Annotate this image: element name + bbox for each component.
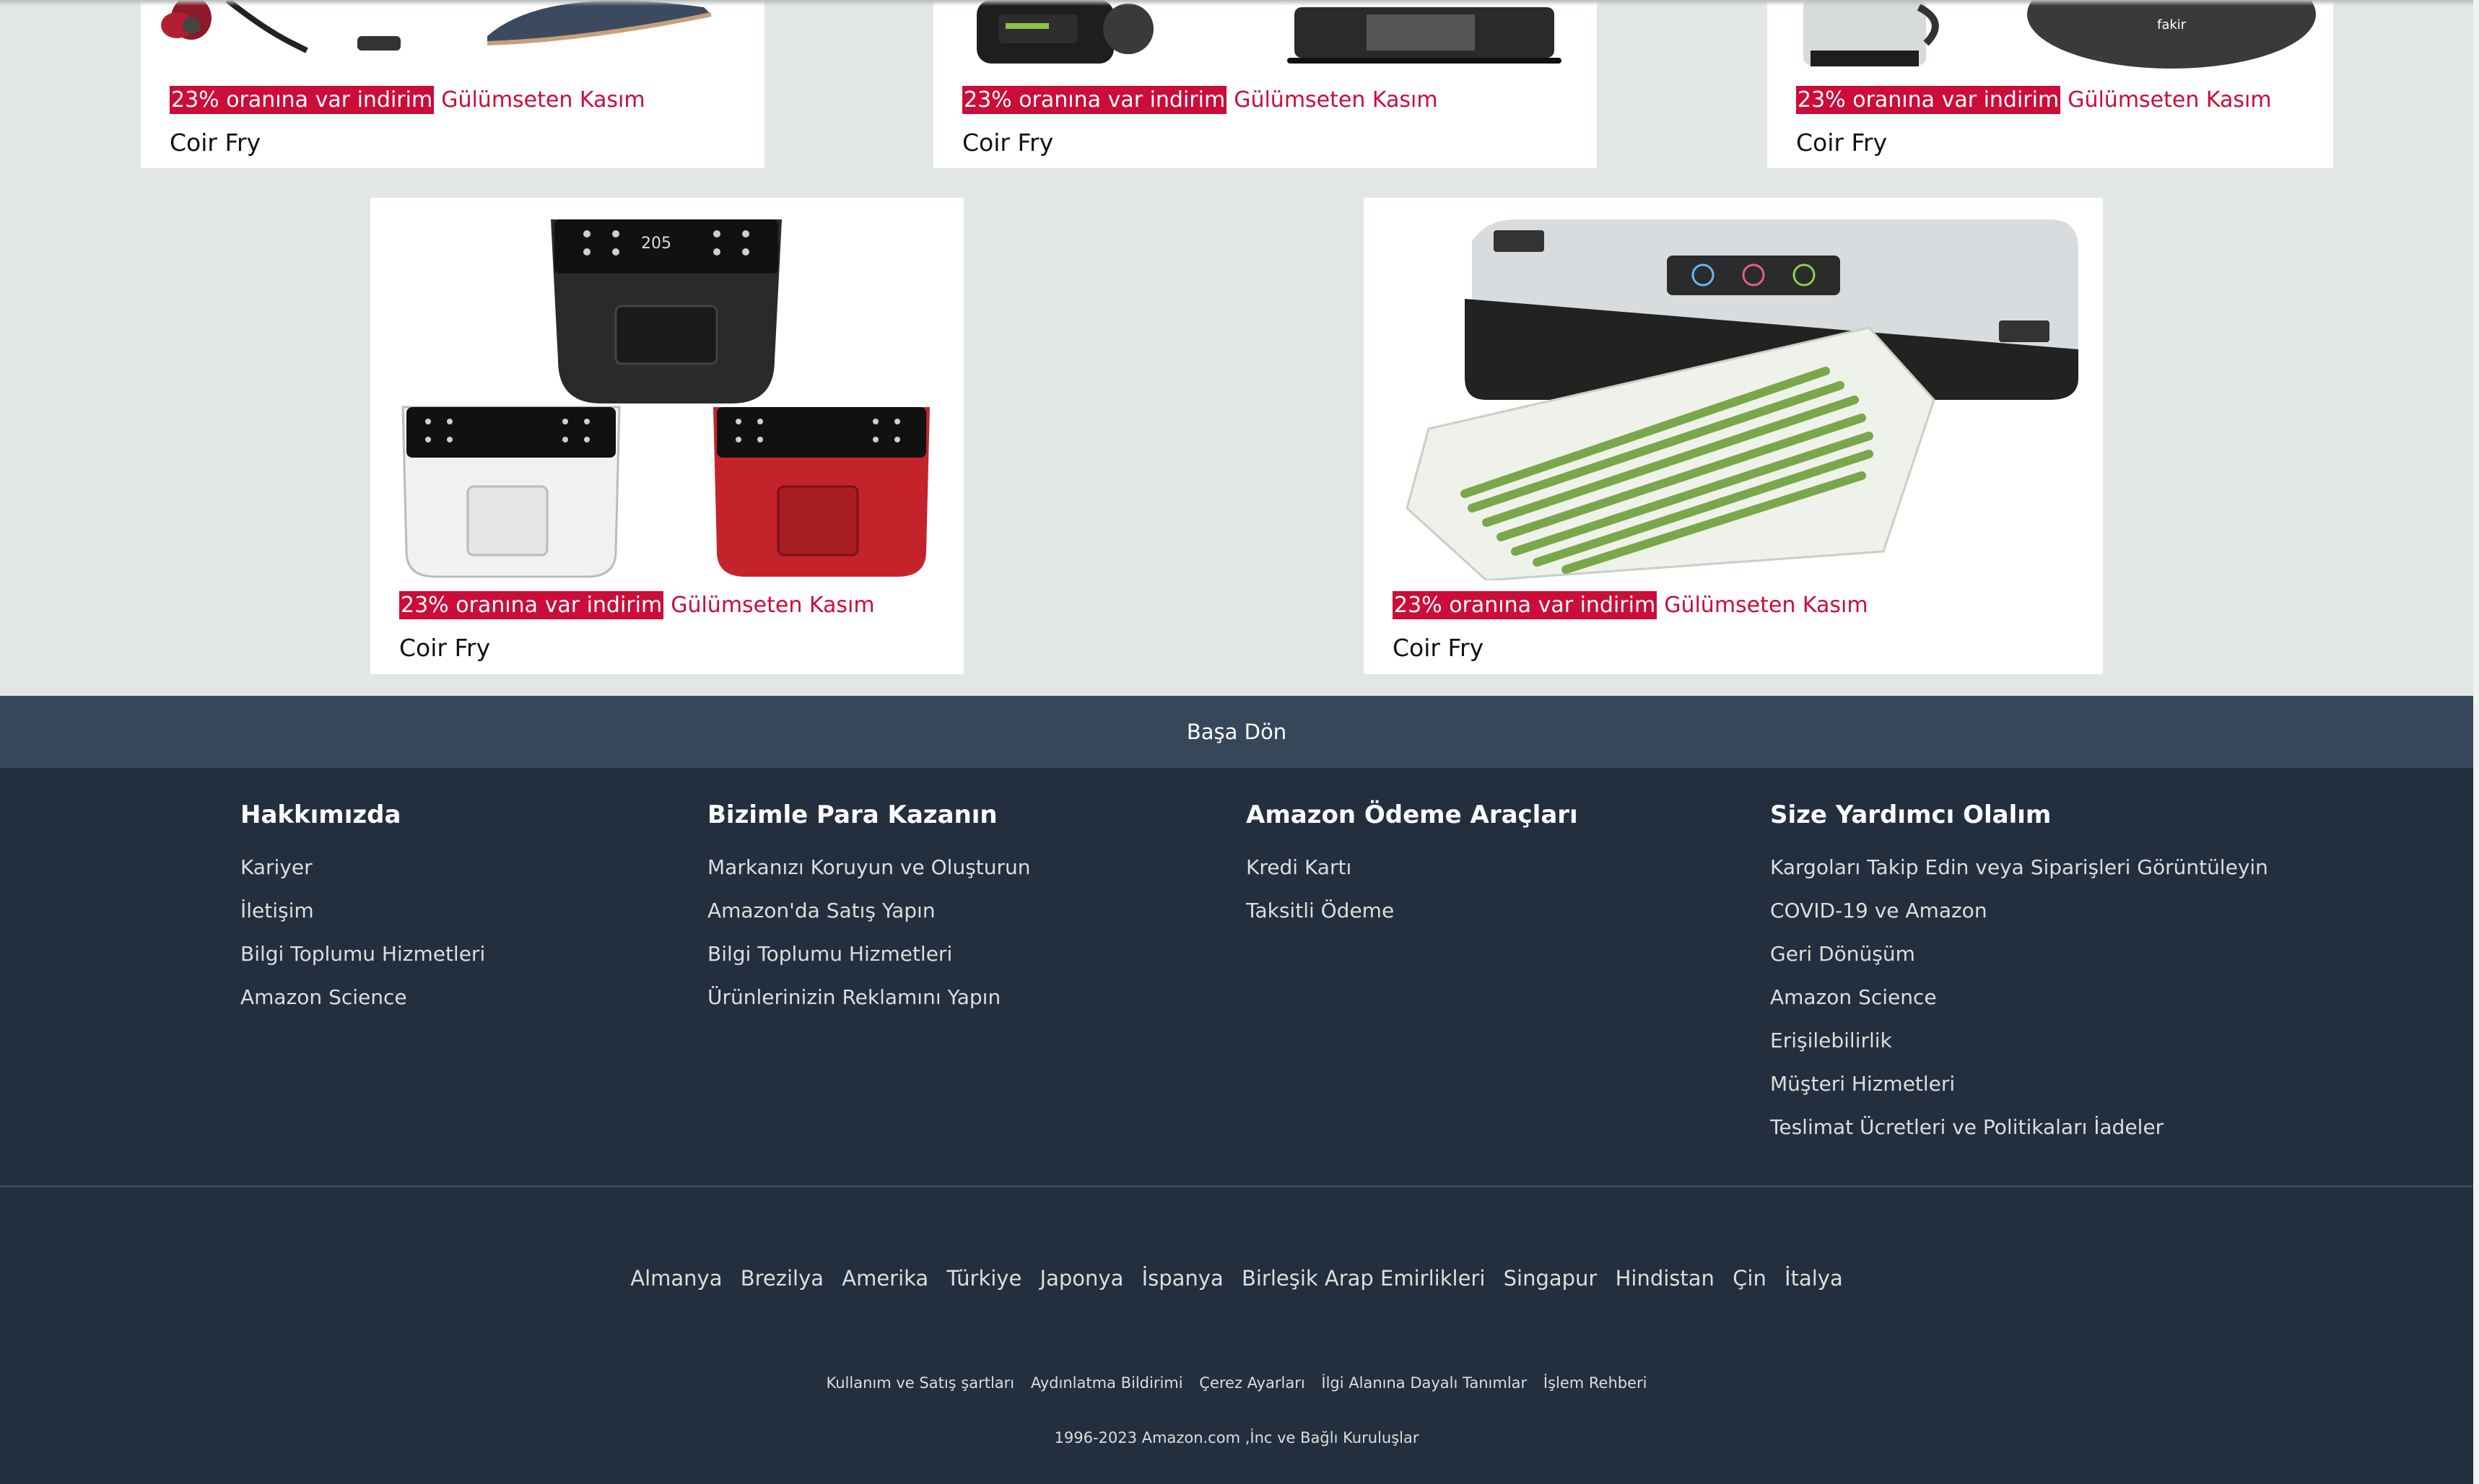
footer-column-payment: Amazon Ödeme Araçları Kredi Kartı Taksit…	[1246, 797, 1578, 933]
country-link[interactable]: Singapur	[1504, 1266, 1598, 1291]
deal-title[interactable]: Gülümseten Kasım	[671, 593, 874, 618]
footer-link[interactable]: Kargoları Takip Edin veya Siparişleri Gö…	[1770, 846, 2268, 889]
product-name[interactable]: Coir Fry	[1796, 128, 1887, 157]
legal-link[interactable]: İşlem Rehberi	[1543, 1374, 1647, 1392]
product-name[interactable]: Coir Fry	[170, 128, 261, 157]
footer-divider	[0, 1185, 2473, 1187]
country-link[interactable]: İspanya	[1142, 1266, 1224, 1291]
back-to-top-button[interactable]: Başa Dön	[0, 696, 2473, 768]
country-link[interactable]: Brezilya	[741, 1266, 824, 1291]
discount-badge: 23% oranına var indirim	[1393, 591, 1657, 619]
footer-link[interactable]: Amazon'da Satış Yapın	[707, 889, 1031, 933]
deal-line: 23% oranına var indirim Gülümseten Kasım	[399, 591, 875, 619]
country-link[interactable]: Japonya	[1040, 1266, 1124, 1291]
product-grid: 23% oranına var indirim Gülümseten Kasım …	[0, 0, 2473, 696]
country-link[interactable]: Almanya	[630, 1266, 722, 1291]
product-image[interactable]	[141, 0, 764, 72]
footer-link[interactable]: Bilgi Toplumu Hizmetleri	[240, 933, 485, 976]
deal-title[interactable]: Gülümseten Kasım	[1664, 593, 1868, 618]
discount-badge: 23% oranına var indirim	[1796, 86, 2061, 114]
country-link[interactable]: Hindistan	[1616, 1266, 1715, 1291]
product-image[interactable]	[1364, 205, 2103, 580]
deal-title[interactable]: Gülümseten Kasım	[441, 87, 645, 113]
svg-text:fakir: fakir	[2157, 17, 2187, 32]
deal-line: 23% oranına var indirim Gülümseten Kasım	[1796, 86, 2272, 114]
product-name[interactable]: Coir Fry	[399, 634, 490, 662]
footer-column-earn: Bizimle Para Kazanın Markanızı Koruyun v…	[707, 797, 1031, 1019]
footer-link[interactable]: Taksitli Ödeme	[1246, 889, 1578, 933]
legal-link[interactable]: Aydınlatma Bildirimi	[1031, 1374, 1183, 1392]
product-name[interactable]: Coir Fry	[962, 128, 1053, 157]
product-image[interactable]: 205	[370, 205, 964, 580]
footer-link[interactable]: Kredi Kartı	[1246, 846, 1578, 889]
footer-column-title: Hakkımızda	[240, 800, 401, 829]
product-image[interactable]: fakir	[1767, 0, 2333, 72]
footer-column-help: Size Yardımcı Olalım Kargoları Takip Edi…	[1770, 797, 2268, 1149]
deal-title[interactable]: Gülümseten Kasım	[2068, 87, 2271, 113]
footer-column-title: Bizimle Para Kazanın	[707, 800, 998, 829]
footer-link[interactable]: İletişim	[240, 889, 485, 933]
product-image[interactable]	[933, 0, 1597, 72]
product-card[interactable]: 23% oranına var indirim Gülümseten Kasım …	[141, 0, 764, 168]
legal-link[interactable]: Kullanım ve Satış şartları	[827, 1374, 1015, 1392]
product-card[interactable]: 205 23% oranına var indirim Gülümseten Ka…	[370, 198, 964, 674]
footer-link[interactable]: Müşteri Hizmetleri	[1770, 1062, 2268, 1106]
country-links: Almanya Brezilya Amerika Türkiye Japonya…	[0, 1266, 2473, 1291]
deal-line: 23% oranına var indirim Gülümseten Kasım	[1393, 591, 1868, 619]
legal-links: Kullanım ve Satış şartları Aydınlatma Bi…	[0, 1374, 2473, 1392]
country-link[interactable]: Türkiye	[946, 1266, 1021, 1291]
legal-link[interactable]: İlgi Alanına Dayalı Tanımlar	[1321, 1374, 1527, 1392]
footer-link[interactable]: Erişilebilirlik	[1770, 1019, 2268, 1062]
discount-badge: 23% oranına var indirim	[399, 591, 664, 619]
footer-link[interactable]: Teslimat Ücretleri ve Politikaları İadel…	[1770, 1106, 2268, 1149]
product-name[interactable]: Coir Fry	[1393, 634, 1484, 662]
footer: Hakkımızda Kariyer İletişim Bilgi Toplum…	[0, 768, 2473, 1484]
footer-link[interactable]: Markanızı Koruyun ve Oluşturun	[707, 846, 1031, 889]
footer-column-title: Size Yardımcı Olalım	[1770, 800, 2052, 829]
product-card[interactable]: 23% oranına var indirim Gülümseten Kasım …	[933, 0, 1597, 168]
legal-link[interactable]: Çerez Ayarları	[1199, 1374, 1304, 1392]
discount-badge: 23% oranına var indirim	[170, 86, 435, 114]
footer-column-about: Hakkımızda Kariyer İletişim Bilgi Toplum…	[240, 797, 485, 1019]
top-shadow	[0, 0, 2473, 6]
footer-link[interactable]: Amazon Science	[240, 976, 485, 1019]
deal-title[interactable]: Gülümseten Kasım	[1234, 87, 1437, 113]
footer-link[interactable]: Geri Dönüşüm	[1770, 933, 2268, 976]
deal-line: 23% oranına var indirim Gülümseten Kasım	[170, 86, 645, 114]
footer-link[interactable]: Kariyer	[240, 846, 485, 889]
svg-text:205: 205	[641, 235, 671, 253]
product-card[interactable]: 23% oranına var indirim Gülümseten Kasım …	[1364, 198, 2103, 674]
footer-link[interactable]: COVID-19 ve Amazon	[1770, 889, 2268, 933]
product-card[interactable]: fakir 23% oranına var indirim Gülümseten …	[1767, 0, 2333, 168]
footer-column-title: Amazon Ödeme Araçları	[1246, 800, 1578, 829]
deal-line: 23% oranına var indirim Gülümseten Kasım	[962, 86, 1438, 114]
footer-link[interactable]: Bilgi Toplumu Hizmetleri	[707, 933, 1031, 976]
country-link[interactable]: İtalya	[1785, 1266, 1843, 1291]
discount-badge: 23% oranına var indirim	[962, 86, 1227, 114]
copyright: 1996-2023 Amazon.com ,İnc ve Bağlı Kurul…	[1054, 1429, 1419, 1446]
country-link[interactable]: Amerika	[842, 1266, 928, 1291]
footer-link[interactable]: Amazon Science	[1770, 976, 2268, 1019]
country-link[interactable]: Çin	[1733, 1266, 1766, 1291]
country-link[interactable]: Birleşik Arap Emirlikleri	[1242, 1266, 1485, 1291]
footer-link[interactable]: Ürünlerinizin Reklamını Yapın	[707, 976, 1031, 1019]
scrollbar-track[interactable]	[2473, 0, 2479, 1484]
